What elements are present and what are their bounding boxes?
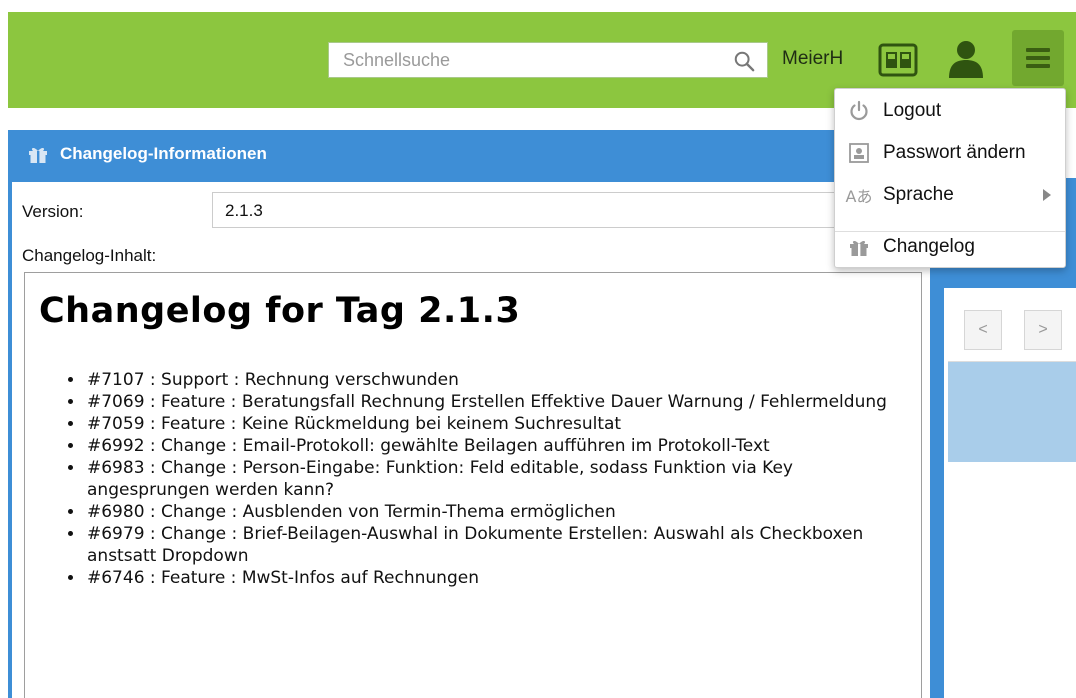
panel-title: Changelog-Informationen	[60, 144, 267, 163]
list-item: #6980 : Change : Ausblenden von Termin-T…	[85, 501, 905, 523]
gift-icon	[835, 238, 883, 256]
panel-body: Version: 2.1.3 Changelog-Inhalt: Changel…	[12, 182, 932, 698]
menu-item-changelog[interactable]: Changelog	[835, 227, 1065, 267]
quick-search[interactable]	[328, 42, 768, 78]
menu-item-label: Changelog	[883, 236, 975, 257]
list-item: #6992 : Change : Email-Protokoll: gewähl…	[85, 435, 905, 457]
changelog-heading: Changelog for Tag 2.1.3	[39, 291, 521, 331]
menu-item-change-password[interactable]: Passwort ändern	[835, 133, 1065, 173]
menu-item-label: Passwort ändern	[883, 142, 1026, 163]
language-icon: Aあ	[845, 187, 873, 206]
power-icon	[835, 100, 883, 122]
menu-item-label: Logout	[883, 100, 942, 121]
side-panel-selected-row[interactable]	[948, 362, 1076, 462]
panel-header: Changelog-Informationen	[28, 142, 267, 166]
user-menu-dropdown: Logout Passwort ändern Aあ Sprache Change…	[834, 88, 1066, 268]
username-label[interactable]: MeierH	[782, 48, 843, 70]
password-card-icon	[835, 142, 883, 164]
gift-icon	[29, 147, 47, 163]
changelog-list: #7107 : Support : Rechnung verschwunden …	[85, 369, 905, 589]
submenu-arrow-icon	[1043, 189, 1051, 201]
user-icon[interactable]	[946, 38, 986, 78]
next-button[interactable]: >	[1024, 310, 1062, 350]
hamburger-menu-icon[interactable]	[1012, 30, 1064, 86]
changelog-panel: Changelog-Informationen Version: 2.1.3 C…	[8, 130, 944, 698]
changelog-content-label: Changelog-Inhalt:	[22, 246, 157, 265]
menu-item-logout[interactable]: Logout	[835, 91, 1065, 131]
list-item: #6746 : Feature : MwSt-Infos auf Rechnun…	[85, 567, 905, 589]
list-item: #7059 : Feature : Keine Rückmeldung bei …	[85, 413, 905, 435]
menu-item-label: Sprache	[883, 184, 954, 205]
list-item: #7107 : Support : Rechnung verschwunden	[85, 369, 905, 391]
search-input[interactable]	[329, 43, 719, 77]
list-item: #7069 : Feature : Beratungsfall Rechnung…	[85, 391, 905, 413]
changelog-content[interactable]: Changelog for Tag 2.1.3 #7107 : Support …	[24, 272, 922, 698]
list-item: #6983 : Change : Person-Eingabe: Funktio…	[85, 457, 905, 501]
list-item: #6979 : Change : Brief-Beilagen-Auswhal …	[85, 523, 905, 567]
version-field[interactable]: 2.1.3	[212, 192, 932, 228]
id-card-icon[interactable]	[878, 42, 918, 78]
search-icon[interactable]	[733, 50, 755, 72]
menu-item-language[interactable]: Aあ Sprache	[835, 175, 1065, 215]
version-label: Version:	[22, 202, 84, 221]
prev-button[interactable]: <	[964, 310, 1002, 350]
